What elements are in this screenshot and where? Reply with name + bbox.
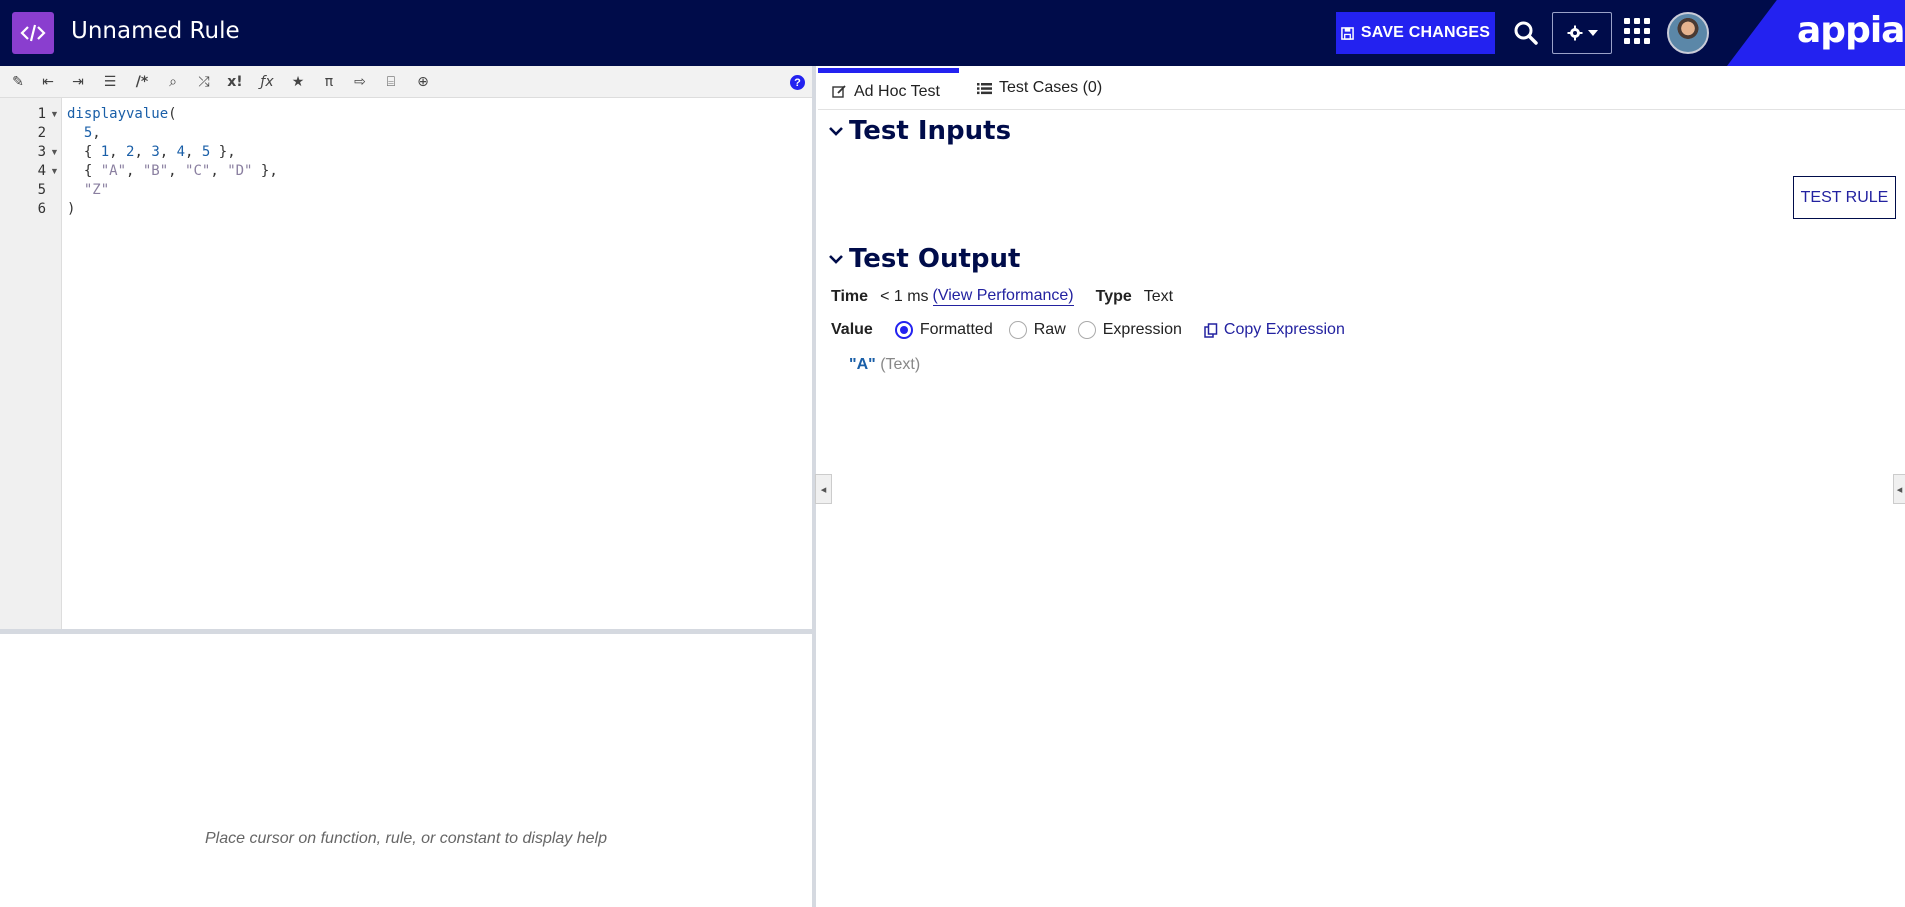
help-icon[interactable]: ?: [790, 75, 805, 90]
code-icon: [12, 12, 54, 54]
indent-icon[interactable]: ⇥: [68, 72, 88, 92]
time-value: < 1 ms: [880, 287, 929, 305]
line-number: 3: [37, 144, 46, 160]
app-grid-button[interactable]: [1624, 18, 1652, 46]
view-performance-link[interactable]: (View Performance): [932, 287, 1074, 306]
search-icon: [1514, 21, 1538, 45]
pi-icon[interactable]: π: [319, 72, 339, 92]
list-icon: [977, 82, 992, 94]
code-line: "Z": [83, 182, 110, 198]
function-icon[interactable]: ƒx: [257, 72, 277, 92]
fold-arrow-icon[interactable]: ▼: [50, 147, 59, 157]
factorial-icon[interactable]: x!: [225, 72, 245, 92]
tab-label: Ad Hoc Test: [854, 82, 940, 100]
collapse-left-icon[interactable]: ◂: [815, 474, 832, 504]
save-changes-button[interactable]: SAVE CHANGES: [1336, 12, 1495, 54]
line-number: 1: [37, 106, 46, 122]
radio-label: Raw: [1033, 321, 1066, 338]
radio-raw[interactable]: Raw: [1008, 321, 1066, 339]
export-icon[interactable]: ⇨: [350, 72, 370, 92]
value-row: Value Formatted Raw Expression Copy Expr…: [831, 321, 1345, 339]
appian-logo: appian: [1797, 10, 1905, 51]
function-help-panel: Place cursor on function, rule, or const…: [0, 634, 812, 907]
code-line: ): [67, 201, 76, 217]
copy-icon: [1204, 322, 1218, 338]
test-output-heading: Test Output: [849, 244, 1021, 274]
radio-formatted[interactable]: Formatted: [894, 321, 993, 339]
tab-label: Test Cases (0): [999, 79, 1103, 96]
test-inputs-heading: Test Inputs: [849, 116, 1012, 146]
gear-icon: [1567, 25, 1582, 41]
line-number: 4: [37, 163, 46, 179]
search-button[interactable]: [1509, 16, 1543, 50]
test-tabs: Ad Hoc Test Test Cases (0): [818, 66, 1905, 110]
radio-unselected-icon: [1077, 321, 1096, 339]
test-inputs-toggle[interactable]: Test Inputs: [829, 116, 1011, 146]
editor-toolbar: ✎ ⇤ ⇥ ☰ /* ⌕ ⤮ x! ƒx ★ π ⇨ ⌸ ⊕ ?: [0, 66, 812, 98]
type-value: Text: [1143, 287, 1174, 305]
fold-arrow-icon[interactable]: ▼: [50, 109, 59, 119]
output-type: (Text): [880, 356, 921, 373]
copy-expression-label: Copy Expression: [1223, 321, 1345, 338]
radio-label: Expression: [1102, 321, 1182, 338]
tab-test-cases[interactable]: Test Cases (0): [963, 66, 1116, 110]
radio-label: Formatted: [919, 321, 993, 338]
code-editor[interactable]: 1 ▼ 2 3 ▼ 4 ▼ 5 6 displayvalue( 5, { 1, …: [0, 98, 812, 629]
test-output-toggle[interactable]: Test Output: [829, 244, 1020, 274]
comment-icon[interactable]: /*: [132, 72, 152, 92]
edit-icon: [832, 85, 846, 98]
fold-arrow-icon[interactable]: ▼: [50, 166, 59, 176]
test-rule-button[interactable]: TEST RULE: [1793, 176, 1896, 219]
save-changes-label: SAVE CHANGES: [1360, 24, 1491, 41]
code-line: { "A", "B", "C", "D" },: [67, 163, 278, 179]
line-number: 6: [37, 201, 46, 217]
radio-expression[interactable]: Expression: [1077, 321, 1182, 339]
page-title: Unnamed Rule: [71, 18, 240, 44]
save-icon: [1341, 26, 1354, 40]
time-label: Time: [831, 287, 869, 305]
chevron-down-icon: [829, 127, 843, 136]
settings-menu-button[interactable]: [1552, 12, 1612, 54]
star-icon[interactable]: ★: [288, 72, 308, 92]
outdent-icon[interactable]: ⇤: [38, 72, 58, 92]
user-avatar[interactable]: [1667, 12, 1709, 54]
code-line: { 1, 2, 3, 4, 5 },: [67, 144, 236, 160]
tab-ad-hoc-test[interactable]: Ad Hoc Test: [818, 68, 959, 110]
line-number: 5: [37, 182, 46, 198]
line-number: 2: [37, 125, 46, 141]
radio-selected-icon: [894, 321, 913, 339]
globe-icon[interactable]: ⊕: [413, 72, 433, 92]
radio-unselected-icon: [1008, 321, 1027, 339]
value-label: Value: [831, 321, 873, 338]
time-row: Time < 1 ms (View Performance) Type Text: [831, 287, 1173, 306]
search-icon[interactable]: ⌕: [163, 72, 183, 92]
shuffle-icon[interactable]: ⤮: [194, 72, 214, 92]
collapse-right-icon[interactable]: ◂: [1893, 474, 1905, 504]
top-bar: Unnamed Rule SAVE CHANGES appian: [0, 0, 1905, 66]
expression-editor-pane: ✎ ⇤ ⇥ ☰ /* ⌕ ⤮ x! ƒx ★ π ⇨ ⌸ ⊕ ? 1 ▼ 2 3…: [0, 66, 814, 907]
type-label: Type: [1095, 287, 1132, 305]
line-gutter: 1 ▼ 2 3 ▼ 4 ▼ 5 6: [0, 98, 62, 629]
list-icon[interactable]: ☰: [100, 72, 120, 92]
output-value: "A" (Text): [849, 356, 920, 374]
code-line: displayvalue(: [67, 106, 177, 122]
query-icon[interactable]: ⌸: [381, 72, 401, 92]
caret-down-icon: [1587, 30, 1598, 36]
output-result: "A": [849, 356, 876, 373]
format-icon[interactable]: ✎: [8, 72, 28, 92]
copy-expression-link[interactable]: Copy Expression: [1204, 321, 1345, 339]
code-line: 5,: [83, 125, 101, 141]
help-placeholder-text: Place cursor on function, rule, or const…: [205, 830, 607, 847]
chevron-down-icon: [829, 255, 843, 264]
